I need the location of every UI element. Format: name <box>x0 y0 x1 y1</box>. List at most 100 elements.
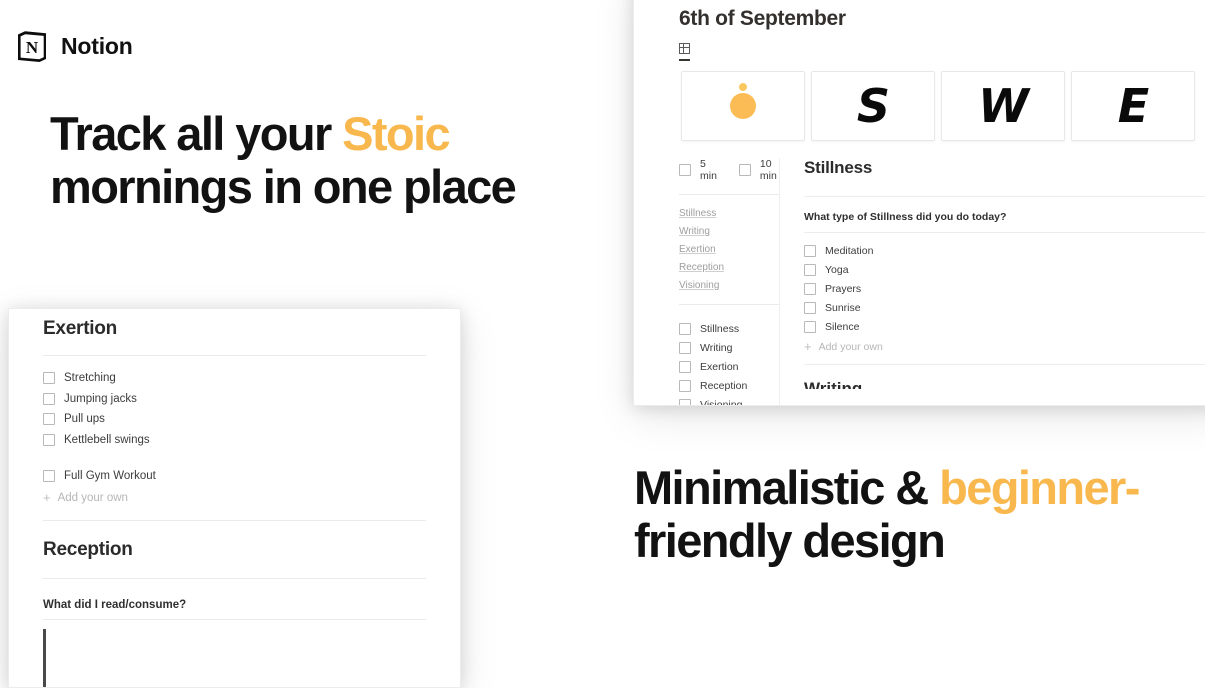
gallery-card-label: W <box>978 83 1028 129</box>
duration-option-10min[interactable]: 10 min <box>739 158 779 182</box>
duration-option-5min[interactable]: 5 min <box>679 158 717 182</box>
checkbox-icon[interactable] <box>679 323 691 335</box>
list-item[interactable]: Silence <box>804 317 1205 336</box>
divider <box>679 194 779 195</box>
brand-name: Notion <box>61 33 133 60</box>
list-item-label: Sunrise <box>825 302 861 314</box>
list-item[interactable]: Prayers <box>804 279 1205 298</box>
page-title: 6th of September <box>679 7 1205 31</box>
gallery-card-label: S <box>857 83 889 129</box>
gallery-card-sun[interactable] <box>681 71 805 141</box>
list-item[interactable]: Meditation <box>804 241 1205 260</box>
sidebar-link-exertion[interactable]: Exertion <box>679 241 779 259</box>
headline-primary: Track all your Stoic mornings in one pla… <box>50 108 570 213</box>
checkbox-icon[interactable] <box>804 302 816 314</box>
checkbox-icon[interactable] <box>679 342 691 354</box>
list-item-label: Reception <box>700 380 747 392</box>
list-item-label: Jumping jacks <box>64 393 137 405</box>
gallery-card-label: E <box>1118 83 1148 129</box>
checkbox-icon[interactable] <box>43 434 55 446</box>
checkbox-icon[interactable] <box>679 164 691 176</box>
checkbox-icon[interactable] <box>679 361 691 373</box>
headline-bottom-accent: beginner- <box>939 461 1139 514</box>
list-item[interactable]: Stretching <box>43 368 426 389</box>
tab-table-view[interactable] <box>679 43 690 61</box>
stillness-options: Meditation Yoga Prayers Sunrise Silence <box>804 233 1205 356</box>
spacer <box>43 450 426 466</box>
headline-bottom-before: Minimalistic & <box>634 461 939 514</box>
notion-brand: N Notion <box>14 28 133 64</box>
duration-options: 5 min 10 min <box>679 158 779 182</box>
sun-icon <box>716 79 770 133</box>
list-item[interactable]: Yoga <box>804 260 1205 279</box>
plus-icon: + <box>43 491 51 504</box>
duration-label: 5 min <box>700 158 717 182</box>
list-item[interactable]: Pull ups <box>43 409 426 430</box>
list-item-label: Yoga <box>825 264 849 276</box>
list-item-label: Kettlebell swings <box>64 434 150 446</box>
stillness-question: What type of Stillness did you do today? <box>804 197 1205 232</box>
duration-label: 10 min <box>760 158 779 182</box>
view-tabs <box>634 43 1205 61</box>
sidebar-link-writing[interactable]: Writing <box>679 223 779 241</box>
add-your-own-button[interactable]: + Add your own <box>43 488 426 508</box>
list-item[interactable]: Reception <box>679 376 779 395</box>
list-item[interactable]: Stillness <box>679 319 779 338</box>
list-item[interactable]: Exertion <box>679 357 779 376</box>
exertion-reception-card: Exertion Stretching Jumping jacks Pull u… <box>8 308 461 688</box>
sidebar-link-visioning[interactable]: Visioning <box>679 277 779 295</box>
gallery-card-w[interactable]: W <box>941 71 1065 141</box>
divider <box>679 304 779 305</box>
exertion-checklist: Stretching Jumping jacks Pull ups Kettle… <box>43 356 426 508</box>
checkbox-icon[interactable] <box>679 399 691 407</box>
checkbox-icon[interactable] <box>804 264 816 276</box>
checkbox-icon[interactable] <box>43 470 55 482</box>
svg-text:N: N <box>26 38 39 57</box>
add-your-own-label: Add your own <box>819 341 883 353</box>
plus-icon: + <box>804 340 812 353</box>
tracker-body: 5 min 10 min Stillness Writing Exertion … <box>634 141 1205 406</box>
text-caret <box>43 629 46 688</box>
list-item[interactable]: Visioning <box>679 395 779 406</box>
tracker-sidebar: 5 min 10 min Stillness Writing Exertion … <box>634 158 779 406</box>
checkbox-icon[interactable] <box>679 380 691 392</box>
checkbox-icon[interactable] <box>804 283 816 295</box>
divider <box>804 364 1205 365</box>
divider <box>43 619 426 620</box>
add-your-own-label: Add your own <box>58 492 128 504</box>
headline-top-accent: Stoic <box>342 107 449 160</box>
checkbox-icon[interactable] <box>804 245 816 257</box>
tracker-header: 6th of September <box>634 0 1205 31</box>
exertion-title: Exertion <box>43 309 426 340</box>
checkbox-icon[interactable] <box>43 393 55 405</box>
gallery-card-e[interactable]: E <box>1071 71 1195 141</box>
notion-logo-icon: N <box>14 28 50 64</box>
list-item-label: Stretching <box>64 372 116 384</box>
sidebar-link-reception[interactable]: Reception <box>679 259 779 277</box>
tracker-main-panel: Stillness What type of Stillness did you… <box>779 158 1205 406</box>
list-item-label: Stillness <box>700 323 739 335</box>
sidebar-links: Stillness Writing Exertion Reception Vis… <box>679 205 779 295</box>
list-item-label: Prayers <box>825 283 861 295</box>
list-item[interactable]: Sunrise <box>804 298 1205 317</box>
list-item-label: Exertion <box>700 361 739 373</box>
headline-bottom-after: friendly design <box>634 514 944 567</box>
checkbox-icon[interactable] <box>43 413 55 425</box>
checkbox-icon[interactable] <box>804 321 816 333</box>
add-your-own-button[interactable]: + Add your own <box>804 337 1205 356</box>
list-item-label: Full Gym Workout <box>64 470 156 482</box>
checkbox-icon[interactable] <box>43 372 55 384</box>
stillness-title: Stillness <box>804 158 1205 178</box>
headline-top-before: Track all your <box>50 107 342 160</box>
list-item[interactable]: Kettlebell swings <box>43 430 426 451</box>
list-item[interactable]: Jumping jacks <box>43 389 426 410</box>
gallery-card-s[interactable]: S <box>811 71 935 141</box>
list-item[interactable]: Full Gym Workout <box>43 466 426 487</box>
reception-answer-input[interactable] <box>43 629 426 688</box>
list-item-label: Pull ups <box>64 413 105 425</box>
checkbox-icon[interactable] <box>739 164 751 176</box>
list-item[interactable]: Writing <box>679 338 779 357</box>
sidebar-link-stillness[interactable]: Stillness <box>679 205 779 223</box>
next-section-title: Writing <box>804 379 1205 389</box>
daily-tracker-card: 6th of September <box>633 0 1205 406</box>
